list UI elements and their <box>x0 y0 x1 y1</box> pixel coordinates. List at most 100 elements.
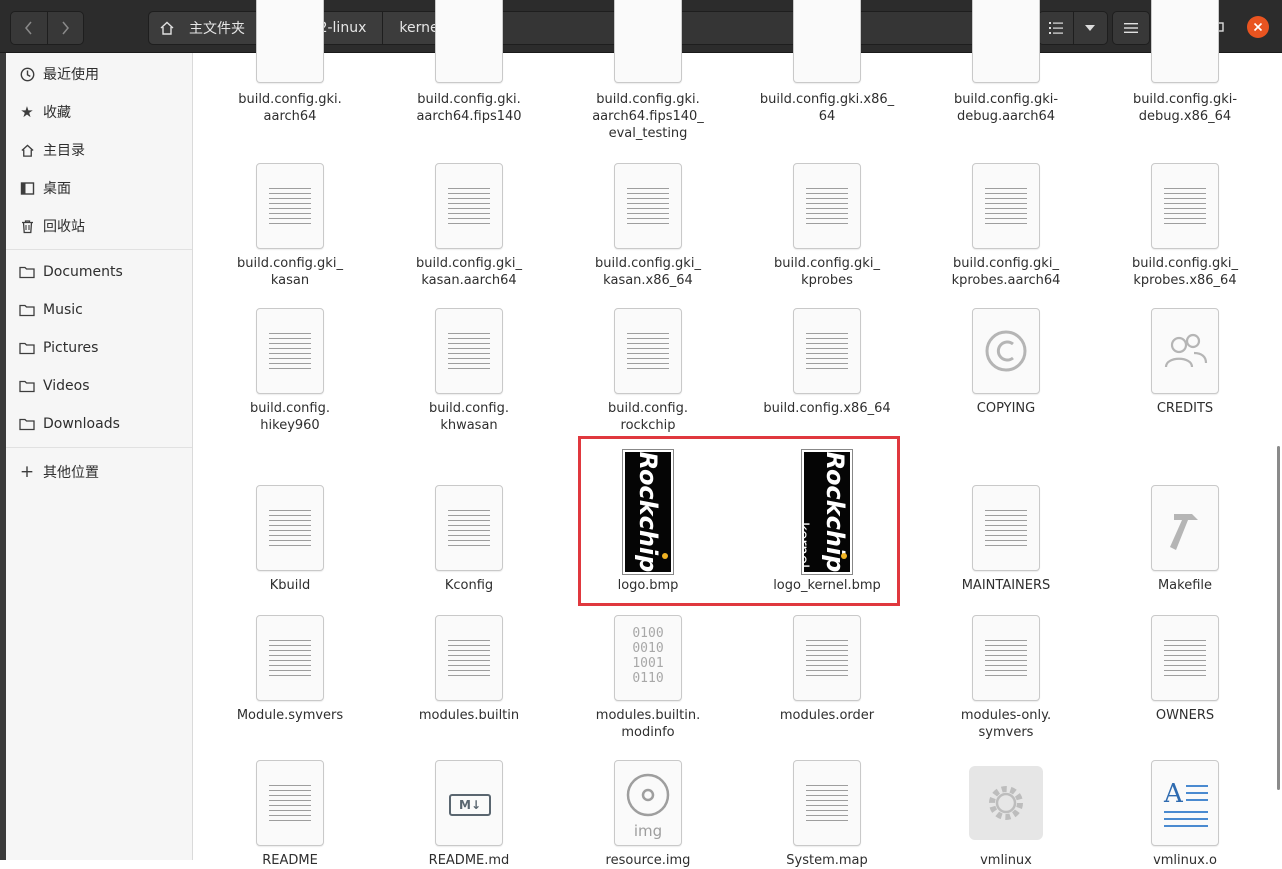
file-name: README <box>262 853 318 868</box>
file-name: OWNERS <box>1155 708 1215 723</box>
text-file-icon[interactable] <box>1151 0 1219 83</box>
copyright-file-icon[interactable] <box>972 308 1040 394</box>
text-file-icon[interactable] <box>972 0 1040 83</box>
text-file-icon[interactable] <box>614 0 682 83</box>
text-file-icon[interactable] <box>256 760 324 846</box>
plus-icon: + <box>19 462 35 482</box>
file-name: build.config.gki.x86_ 64 <box>759 92 895 124</box>
file-name: build.config.x86_64 <box>763 401 891 416</box>
sidebar-item-pictures[interactable]: Pictures <box>6 329 192 367</box>
home-icon <box>159 20 175 36</box>
file-name: build.config.gki_ kprobes <box>774 256 880 288</box>
trash-icon <box>18 217 36 235</box>
markdown-badge: M↓ <box>449 794 491 816</box>
hammer-icon <box>1170 514 1198 550</box>
text-file-icon[interactable] <box>435 308 503 394</box>
sidebar-divider <box>6 447 192 448</box>
file-name: logo.bmp <box>617 578 679 593</box>
sidebar-item-starred[interactable]: ★ 收藏 <box>6 93 192 131</box>
gear-icon <box>989 786 1023 820</box>
document-lines <box>1164 811 1208 832</box>
sidebar-item-recent[interactable]: 最近使用 <box>6 55 192 93</box>
file-name: Kbuild <box>269 578 311 593</box>
text-file-icon[interactable] <box>972 163 1040 249</box>
text-file-icon[interactable] <box>972 485 1040 571</box>
menu-button[interactable] <box>1112 11 1150 45</box>
back-button[interactable] <box>11 12 47 44</box>
star-icon: ★ <box>20 103 34 121</box>
copyright-icon <box>985 330 1027 372</box>
markdown-file-icon[interactable]: M↓ <box>435 760 503 846</box>
makefile-icon[interactable] <box>1151 485 1219 571</box>
text-file-icon[interactable] <box>256 308 324 394</box>
binary-digits: 0100 0010 1001 0110 <box>615 626 681 686</box>
text-file-icon[interactable] <box>972 615 1040 701</box>
folder-icon <box>18 377 36 395</box>
sidebar-item-videos[interactable]: Videos <box>6 367 192 405</box>
folder-icon <box>18 263 36 281</box>
view-dropdown-button[interactable] <box>1072 12 1108 44</box>
forward-button[interactable] <box>46 12 84 44</box>
sidebar-item-label: 桌面 <box>43 181 71 197</box>
text-file-icon[interactable] <box>793 615 861 701</box>
text-file-icon[interactable] <box>256 615 324 701</box>
file-name: modules.builtin. modinfo <box>595 708 701 740</box>
hamburger-menu-icon <box>1124 23 1138 33</box>
disk-image-file-icon[interactable]: img <box>614 760 682 846</box>
folder-icon <box>18 415 36 433</box>
sidebar: 最近使用 ★ 收藏 主目录 桌面 回收站 Documents Music Pic… <box>6 53 193 860</box>
text-file-icon[interactable] <box>793 163 861 249</box>
breadcrumb-label: 主文件夹 <box>189 21 245 37</box>
sidebar-item-trash[interactable]: 回收站 <box>6 207 192 245</box>
text-file-icon[interactable] <box>435 615 503 701</box>
file-name: build.config.gki- debug.x86_64 <box>1132 92 1238 124</box>
text-file-icon[interactable] <box>256 0 324 83</box>
document-file-icon[interactable]: A <box>1151 760 1219 846</box>
sidebar-item-label: 收藏 <box>43 105 71 121</box>
file-name: vmlinux.o <box>1153 853 1217 868</box>
file-name: build.config. rockchip <box>607 401 688 433</box>
text-file-icon[interactable] <box>435 0 503 83</box>
list-view-icon <box>1048 22 1063 34</box>
text-file-icon[interactable] <box>614 163 682 249</box>
text-file-icon[interactable] <box>793 308 861 394</box>
sidebar-item-desktop[interactable]: 桌面 <box>6 169 192 207</box>
sidebar-item-documents[interactable]: Documents <box>6 253 192 291</box>
text-file-icon[interactable] <box>256 163 324 249</box>
text-file-icon[interactable] <box>435 485 503 571</box>
binary-line: 0110 <box>632 671 664 686</box>
text-file-icon[interactable] <box>435 163 503 249</box>
sidebar-item-label: Pictures <box>43 340 99 356</box>
chevron-left-icon <box>24 21 32 35</box>
list-view-button[interactable] <box>1039 12 1073 44</box>
text-file-icon[interactable] <box>1151 615 1219 701</box>
sidebar-item-downloads[interactable]: Downloads <box>6 405 192 443</box>
text-file-icon[interactable] <box>793 0 861 83</box>
file-name: build.config.gki. aarch64.fips140 <box>416 92 522 124</box>
file-name: vmlinux <box>980 853 1032 868</box>
file-name: build.config.gki. aarch64.fips140_ eval_… <box>592 92 704 141</box>
desktop-icon <box>18 179 36 197</box>
sidebar-item-home[interactable]: 主目录 <box>6 131 192 169</box>
close-button[interactable] <box>1247 16 1269 38</box>
close-icon <box>1253 22 1263 32</box>
vertical-scrollbar[interactable] <box>1277 446 1280 790</box>
folder-icon <box>18 301 36 319</box>
file-name: System.map <box>786 853 868 868</box>
people-file-icon[interactable] <box>1151 308 1219 394</box>
text-file-icon[interactable] <box>1151 163 1219 249</box>
file-name: build.config.gki_ kasan.aarch64 <box>416 256 522 288</box>
image-extension-label: img <box>633 822 663 840</box>
sidebar-item-other-locations[interactable]: + 其他位置 <box>6 453 192 491</box>
text-file-icon[interactable] <box>256 485 324 571</box>
text-file-icon[interactable] <box>614 308 682 394</box>
chevron-down-icon <box>1085 25 1096 31</box>
sidebar-item-music[interactable]: Music <box>6 291 192 329</box>
binary-file-icon[interactable]: 0100 0010 1001 0110 <box>614 615 682 701</box>
sidebar-item-label: 主目录 <box>43 143 85 159</box>
breadcrumb-home[interactable]: 主文件夹 <box>149 12 262 44</box>
executable-file-icon[interactable] <box>969 766 1043 840</box>
clock-icon <box>18 65 36 83</box>
file-name: COPYING <box>976 401 1036 416</box>
text-file-icon[interactable] <box>793 760 861 846</box>
